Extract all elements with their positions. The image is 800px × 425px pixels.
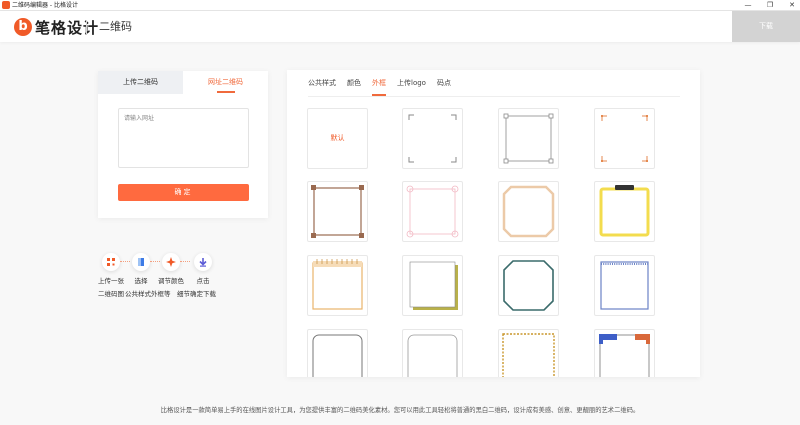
window-controls: — ❐ ✕ (744, 0, 796, 11)
frame-beveled-preview (502, 185, 555, 238)
tab-url-qr[interactable]: 网址二维码 (183, 71, 268, 94)
tab-common-styles[interactable]: 公共样式 (308, 76, 336, 96)
window-title: 二维码编辑器 - 比格设计 (12, 2, 78, 9)
sparkle-icon (162, 253, 180, 271)
url-input[interactable] (118, 108, 249, 168)
frame-tile-color-blocks[interactable] (594, 329, 655, 377)
step-desc: 确定下载 (190, 290, 216, 298)
tab-frame[interactable]: 外框 (372, 76, 386, 96)
tab-dots[interactable]: 码点 (437, 76, 451, 96)
step-label: 调节颜色 (158, 277, 184, 285)
frame-tile-octagon[interactable] (498, 255, 559, 316)
close-button[interactable]: ✕ (788, 0, 796, 11)
step-label: 选择 (134, 277, 148, 285)
frame-tile-default[interactable]: 默认 (307, 108, 368, 169)
footer-description: 比格设计是一款简单易上手的在线图片设计工具，为您提供丰富的二维码美化素材。您可以… (160, 407, 640, 414)
frame-tile-corner-brackets-orange[interactable] (594, 108, 655, 169)
frame-tile-dashed-gold[interactable] (498, 329, 559, 377)
tab-url-qr-label: 网址二维码 (208, 78, 243, 86)
style-select-icon (132, 253, 150, 271)
frame-tile-corner-brackets[interactable] (402, 108, 463, 169)
frame-color-blocks-preview (599, 334, 650, 377)
frame-tile-stitched[interactable] (594, 255, 655, 316)
step-desc: 公共样式外框等 (125, 290, 171, 298)
frame-octagon-preview (503, 260, 554, 311)
tab-upload-logo[interactable]: 上传logo (397, 76, 426, 96)
tabs-divider (308, 96, 680, 97)
frame-stacked-paper-preview (409, 261, 458, 310)
step-connector (180, 261, 190, 262)
frame-default-label: 默认 (330, 134, 345, 142)
step-desc: 二维码图 (98, 290, 124, 298)
qr-source-panel: 上传二维码 网址二维码 确定 (98, 71, 268, 218)
frame-ornate-preview (311, 185, 364, 238)
frame-square-handles-preview (503, 113, 554, 164)
frame-dashed-gold-preview (502, 333, 555, 377)
frame-tile-rounded[interactable] (307, 329, 368, 377)
frame-clipboard-preview (599, 185, 650, 237)
minimize-button[interactable]: — (744, 0, 752, 11)
app-logo-icon (2, 1, 10, 9)
maximize-button[interactable]: ❐ (766, 0, 774, 11)
download-arrow-icon (194, 253, 212, 271)
page-title: 二维码 (99, 20, 132, 33)
frame-rounded-preview (312, 334, 363, 377)
tab-color[interactable]: 颜色 (347, 76, 361, 96)
frame-tile-clipboard[interactable] (594, 181, 655, 242)
step-color: 调节颜色 (158, 253, 184, 286)
header-divider (86, 20, 87, 34)
frame-orange-brackets-preview (601, 115, 648, 162)
frame-tile-square-handles[interactable] (498, 108, 559, 169)
frame-tile-notebook[interactable] (307, 255, 368, 316)
frame-tile-rounded-light[interactable] (402, 329, 463, 377)
window-titlebar: 二维码编辑器 - 比格设计 — ❐ ✕ (0, 0, 800, 11)
download-button[interactable]: 下载 (732, 11, 800, 42)
frame-tile-beveled[interactable] (498, 181, 559, 242)
style-panel: 公共样式 颜色 外框 上传logo 码点 默认 (287, 70, 700, 377)
step-desc: 细节 (177, 290, 190, 298)
style-tabs: 公共样式 颜色 外框 上传logo 码点 (308, 76, 451, 96)
step-download: 点击 (190, 253, 216, 286)
step-select: 选择 (128, 253, 154, 286)
step-label: 上传一张 (98, 277, 124, 285)
brand-mark-icon: b (14, 18, 32, 36)
app-header: b 笔格设计 二维码 下载 (0, 11, 800, 42)
frame-notebook-preview (312, 259, 363, 310)
step-label: 点击 (196, 277, 210, 285)
frame-tile-ornate[interactable] (307, 181, 368, 242)
tab-upload-qr[interactable]: 上传二维码 (98, 71, 183, 94)
source-tabs: 上传二维码 网址二维码 (98, 71, 268, 94)
frame-tile-stacked-paper[interactable] (402, 255, 463, 316)
usage-steps: 上传一张 选择 调节颜色 点击 二维码图 公共样式外框等 细节 确定下载 (98, 253, 228, 301)
frame-stitched-preview (600, 261, 649, 310)
frame-tile-pink-hearts[interactable] (402, 181, 463, 242)
qr-icon (102, 253, 120, 271)
active-tab-underline (216, 91, 235, 93)
frame-pink-hearts-preview (406, 185, 459, 238)
brand-name: 笔格设计 (35, 18, 100, 37)
frame-corner-brackets-preview (408, 114, 457, 163)
step-upload: 上传一张 (98, 253, 124, 286)
confirm-button[interactable]: 确定 (118, 184, 249, 201)
tab-upload-qr-label: 上传二维码 (123, 78, 158, 86)
frame-rounded-light-preview (407, 334, 458, 377)
